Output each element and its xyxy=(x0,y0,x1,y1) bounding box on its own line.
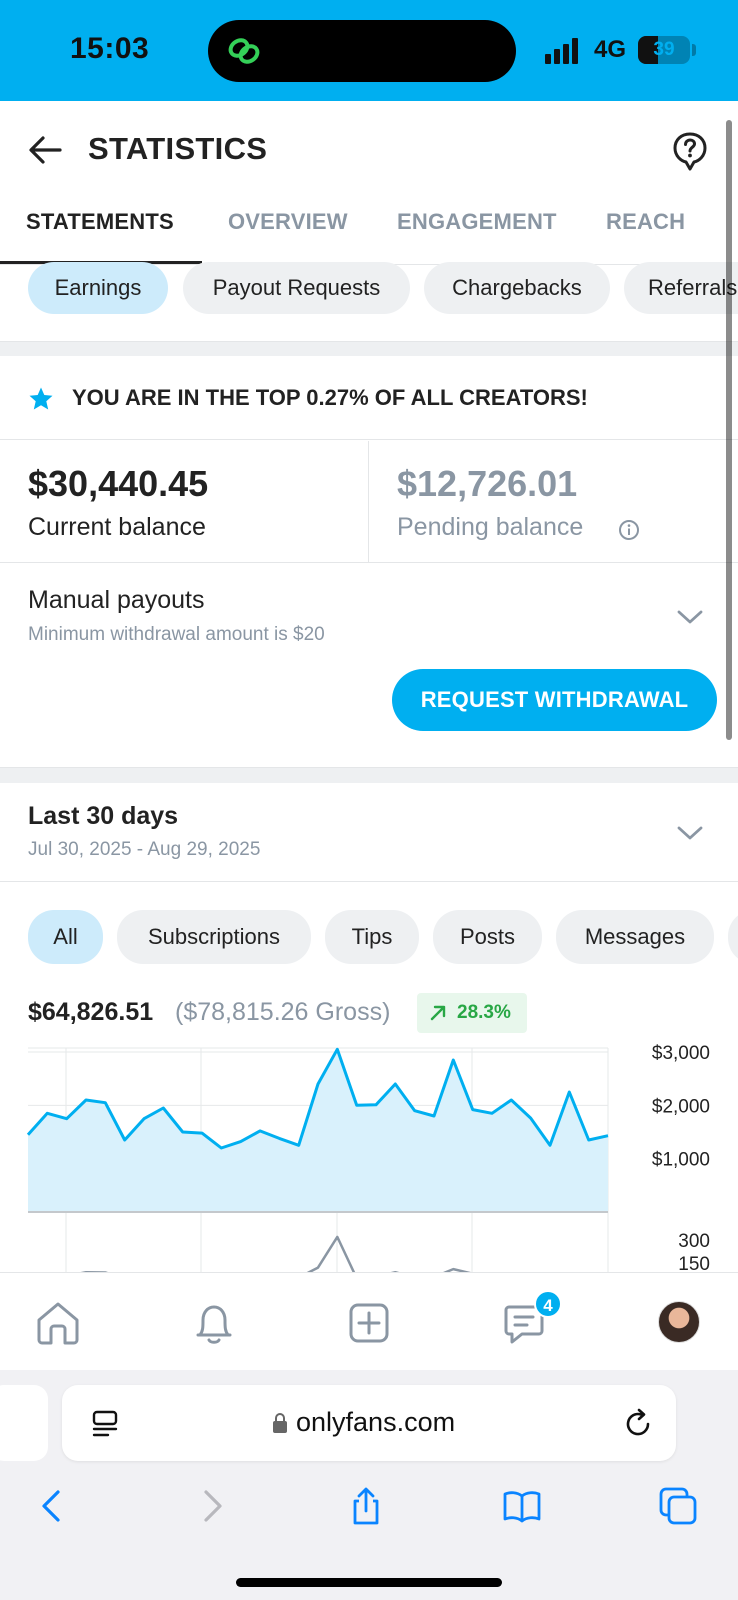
address-bar[interactable]: onlyfans.com xyxy=(62,1385,676,1461)
balances: $30,440.45 Current balance $12,726.01 Pe… xyxy=(0,441,738,563)
earnings-chart: $3,000 $2,000 $1,000 300 150 xyxy=(0,1040,738,1272)
live-activity-icon xyxy=(228,38,260,64)
earnings-area xyxy=(28,1049,608,1212)
earnings-filter-chips: All Subscriptions Tips Posts Messages xyxy=(0,910,738,966)
current-balance-label: Current balance xyxy=(28,513,206,541)
section-divider xyxy=(0,341,738,356)
chip-earnings[interactable]: Earnings xyxy=(28,262,168,314)
browser-forward-icon[interactable] xyxy=(192,1486,232,1526)
battery-icon: 39 xyxy=(638,36,690,64)
tab-statements[interactable]: STATEMENTS xyxy=(26,209,174,235)
profile-avatar[interactable] xyxy=(658,1301,700,1343)
period-divider xyxy=(0,881,738,882)
network-type: 4G xyxy=(594,36,627,63)
tabs-icon[interactable] xyxy=(658,1486,698,1526)
net-earnings: $64,826.51 xyxy=(28,998,154,1026)
chart-y-tick-label: $2,000 xyxy=(652,1096,710,1117)
browser-back-icon[interactable] xyxy=(32,1486,72,1526)
messages-badge: 4 xyxy=(534,1290,562,1318)
url-text: onlyfans.com xyxy=(296,1407,456,1437)
star-icon xyxy=(29,387,53,410)
request-withdrawal-button[interactable]: REQUEST WITHDRAWAL xyxy=(392,669,717,731)
balance-divider xyxy=(368,441,369,563)
status-bar: 15:03 4G 39 xyxy=(0,0,738,101)
page-header: STATISTICS xyxy=(0,101,738,197)
back-arrow-icon[interactable] xyxy=(26,131,64,169)
previous-tab[interactable] xyxy=(0,1385,48,1461)
chart-y-tick-label: $1,000 xyxy=(652,1150,710,1171)
chip-referrals[interactable]: Referrals xyxy=(624,262,738,314)
period-range: Jul 30, 2025 - Aug 29, 2025 xyxy=(28,839,261,860)
manual-payouts-title[interactable]: Manual payouts xyxy=(28,586,205,615)
current-balance-amount: $30,440.45 xyxy=(28,463,209,504)
filter-subscriptions[interactable]: Subscriptions xyxy=(117,910,311,964)
statistics-tabs: STATEMENTS OVERVIEW ENGAGEMENT REACH xyxy=(0,197,738,265)
statement-subtabs: Earnings Payout Requests Chargebacks Ref… xyxy=(0,262,738,342)
chevron-down-icon[interactable] xyxy=(676,608,704,626)
dynamic-island xyxy=(208,20,516,82)
secondary-line xyxy=(80,1235,471,1272)
add-post-icon[interactable] xyxy=(345,1299,393,1347)
pending-balance-label: Pending balance xyxy=(397,513,584,541)
period-title[interactable]: Last 30 days xyxy=(28,802,178,831)
tab-reach[interactable]: REACH xyxy=(606,209,685,235)
filter-tips[interactable]: Tips xyxy=(325,910,419,964)
page-menu-icon[interactable] xyxy=(90,1409,120,1439)
status-time: 15:03 xyxy=(70,32,150,65)
top-creator-text: YOU ARE IN THE TOP 0.27% OF ALL CREATORS… xyxy=(72,385,588,410)
scrollbar[interactable] xyxy=(726,120,732,740)
home-icon[interactable] xyxy=(34,1299,82,1347)
section-divider xyxy=(0,767,738,783)
help-icon[interactable] xyxy=(672,131,708,171)
chevron-down-icon[interactable] xyxy=(676,824,704,842)
battery-percent: 39 xyxy=(653,39,675,60)
filter-posts[interactable]: Posts xyxy=(433,910,542,964)
home-indicator xyxy=(236,1578,502,1587)
earnings-chart-svg: $3,000 $2,000 $1,000 300 150 xyxy=(26,1043,710,1272)
share-icon[interactable] xyxy=(346,1486,386,1526)
gross-earnings: ($78,815.26 Gross) xyxy=(175,998,391,1026)
info-icon[interactable] xyxy=(618,519,640,541)
battery-tip xyxy=(692,44,696,56)
manual-payouts-subtitle: Minimum withdrawal amount is $20 xyxy=(28,624,325,645)
filter-messages[interactable]: Messages xyxy=(556,910,714,964)
reload-icon[interactable] xyxy=(622,1407,654,1439)
lock-icon xyxy=(273,1413,287,1433)
page-title: STATISTICS xyxy=(88,131,268,166)
cellular-signal-icon xyxy=(545,38,578,64)
tab-engagement[interactable]: ENGAGEMENT xyxy=(397,209,557,235)
browser-chrome: onlyfans.com xyxy=(0,1370,738,1600)
chart-y-tick-label: $3,000 xyxy=(652,1043,710,1064)
bookmarks-icon[interactable] xyxy=(502,1486,542,1526)
notifications-bell-icon[interactable] xyxy=(190,1299,238,1347)
secondary-y-tick-label: 300 xyxy=(678,1231,710,1252)
arrow-up-right-icon xyxy=(430,1005,446,1021)
chip-payout-requests[interactable]: Payout Requests xyxy=(183,262,410,314)
filter-all[interactable]: All xyxy=(28,910,103,964)
secondary-y-tick-label: 150 xyxy=(678,1254,710,1272)
chip-chargebacks[interactable]: Chargebacks xyxy=(424,262,610,314)
growth-percent: 28.3% xyxy=(457,1002,511,1023)
top-creator-banner: YOU ARE IN THE TOP 0.27% OF ALL CREATORS… xyxy=(0,356,738,440)
filter-more[interactable] xyxy=(728,910,738,964)
pending-balance-amount: $12,726.01 xyxy=(397,463,578,504)
tab-overview[interactable]: OVERVIEW xyxy=(228,209,348,235)
growth-badge: 28.3% xyxy=(417,993,527,1033)
bottom-navigation: 4 xyxy=(0,1272,738,1370)
